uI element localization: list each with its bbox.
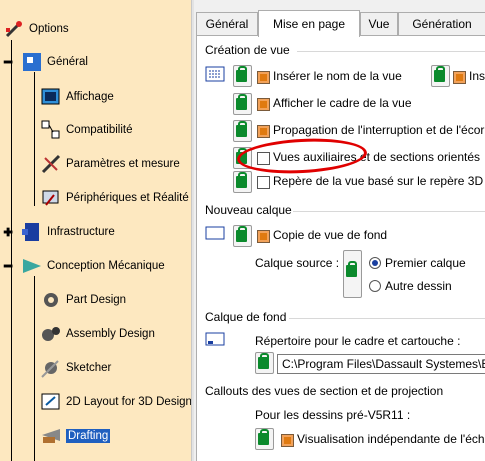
tree-line — [11, 40, 12, 461]
lock-icon[interactable] — [255, 352, 274, 374]
background-sheet-icon — [205, 332, 225, 346]
general-icon — [23, 53, 41, 71]
tree-item-peripheriques[interactable]: Périphériques et Réalité V — [40, 186, 191, 210]
premier-calque-label: Premier calque — [385, 256, 466, 270]
lock-icon[interactable] — [343, 250, 362, 298]
premier-calque-radio[interactable] — [369, 257, 381, 269]
section-callouts-title: Callouts des vues de section et de proje… — [205, 384, 444, 398]
tree-item-drafting[interactable]: Drafting — [40, 424, 111, 448]
pre-v5-label: Pour les dessins pré-V5R11 : — [255, 408, 411, 422]
display-icon — [41, 88, 60, 105]
tree-item-infrastructure[interactable]: Infrastructure — [3, 220, 115, 244]
tree-root-options[interactable]: Options — [3, 17, 69, 41]
gear-icon — [44, 293, 58, 307]
template-path-field[interactable]: C:\Program Files\Dassault Systemes\B2 — [277, 354, 485, 374]
layout-icon — [41, 393, 60, 410]
tab-mise-en-page[interactable]: Mise en page — [258, 10, 360, 37]
tab-vue[interactable]: Vue — [360, 12, 398, 35]
options-root-icon — [5, 21, 22, 38]
tree-item-parametres[interactable]: Paramètres et mesure — [40, 152, 180, 176]
insert-second-checkbox[interactable] — [453, 71, 466, 84]
visualisation-label: Visualisation indépendante de l'échel — [297, 432, 485, 446]
visualisation-checkbox[interactable] — [281, 434, 294, 447]
tree-item-assembly-design[interactable]: Assembly Design — [40, 322, 155, 346]
tree-line — [34, 72, 35, 206]
tree-item-sketcher[interactable]: Sketcher — [40, 356, 111, 380]
repere-label: Repère de la vue basé sur le repère 3D — [273, 174, 484, 188]
tree-item-compatibilite[interactable]: Compatibilité — [40, 118, 132, 142]
tab-content: Création de vue Insérer le nom de la vue… — [196, 35, 485, 461]
sheet-icon — [205, 226, 225, 240]
tree-item-2d-layout[interactable]: 2D Layout for 3D Design — [40, 390, 191, 414]
options-panel: Général Mise en page Vue Génération Créa… — [194, 0, 485, 461]
sketcher-icon — [41, 360, 59, 378]
insert-view-name-checkbox[interactable] — [257, 71, 270, 84]
gears-icon — [42, 327, 60, 341]
lock-icon[interactable] — [233, 93, 252, 115]
expand-toggle-icon[interactable] — [3, 221, 19, 243]
tree-item-affichage[interactable]: Affichage — [40, 85, 114, 109]
tree-item-general[interactable]: Général — [3, 50, 88, 74]
tab-general[interactable]: Général — [196, 12, 258, 35]
tree-item-conception[interactable]: Conception Mécanique — [3, 254, 165, 278]
copie-label: Copie de vue de fond — [273, 228, 388, 242]
collapse-toggle-icon[interactable] — [3, 255, 19, 277]
lock-icon[interactable] — [233, 120, 252, 142]
copie-checkbox[interactable] — [257, 230, 270, 243]
section-fond-title: Calque de fond — [205, 310, 287, 324]
section-creation-title: Création de vue — [205, 43, 290, 57]
show-frame-label: Afficher le cadre de la vue — [273, 96, 412, 110]
propagation-checkbox[interactable] — [257, 125, 270, 138]
section-divider — [289, 318, 485, 319]
lock-icon[interactable] — [233, 171, 252, 193]
show-frame-checkbox[interactable] — [257, 98, 270, 111]
section-nouveau-title: Nouveau calque — [205, 203, 292, 217]
tab-generation[interactable]: Génération — [398, 12, 485, 35]
section-divider — [297, 51, 485, 52]
insert-view-name-label: Insérer le nom de la vue — [273, 69, 402, 83]
compatibility-icon — [41, 120, 60, 139]
drafting-icon — [42, 429, 60, 443]
red-annotation-circle — [236, 135, 368, 177]
devices-icon — [42, 190, 59, 206]
calque-source-label: Calque source : — [255, 256, 340, 270]
tree-item-part-design[interactable]: Part Design — [40, 288, 126, 312]
collapse-toggle-icon[interactable] — [3, 51, 19, 73]
repere-checkbox[interactable] — [257, 176, 270, 189]
autre-dessin-label: Autre dessin — [385, 279, 452, 293]
insert-second-label: Insérer — [469, 69, 485, 83]
repertoire-label: Répertoire pour le cadre et cartouche : — [255, 334, 461, 348]
propagation-label: Propagation de l'interruption et de l'éc… — [273, 123, 485, 137]
parameters-icon — [41, 154, 61, 174]
tree-line — [34, 276, 35, 461]
grid-view-icon — [205, 66, 225, 82]
lock-icon[interactable] — [233, 65, 252, 87]
autre-dessin-radio[interactable] — [369, 280, 381, 292]
lock-icon[interactable] — [431, 65, 450, 87]
section-divider — [293, 211, 485, 212]
lock-icon[interactable] — [233, 225, 252, 247]
infrastructure-icon — [22, 223, 39, 241]
lock-icon[interactable] — [255, 428, 274, 450]
mechanical-design-icon — [23, 259, 41, 273]
options-tree: Options Général Affichage Compatibilité … — [0, 0, 191, 461]
